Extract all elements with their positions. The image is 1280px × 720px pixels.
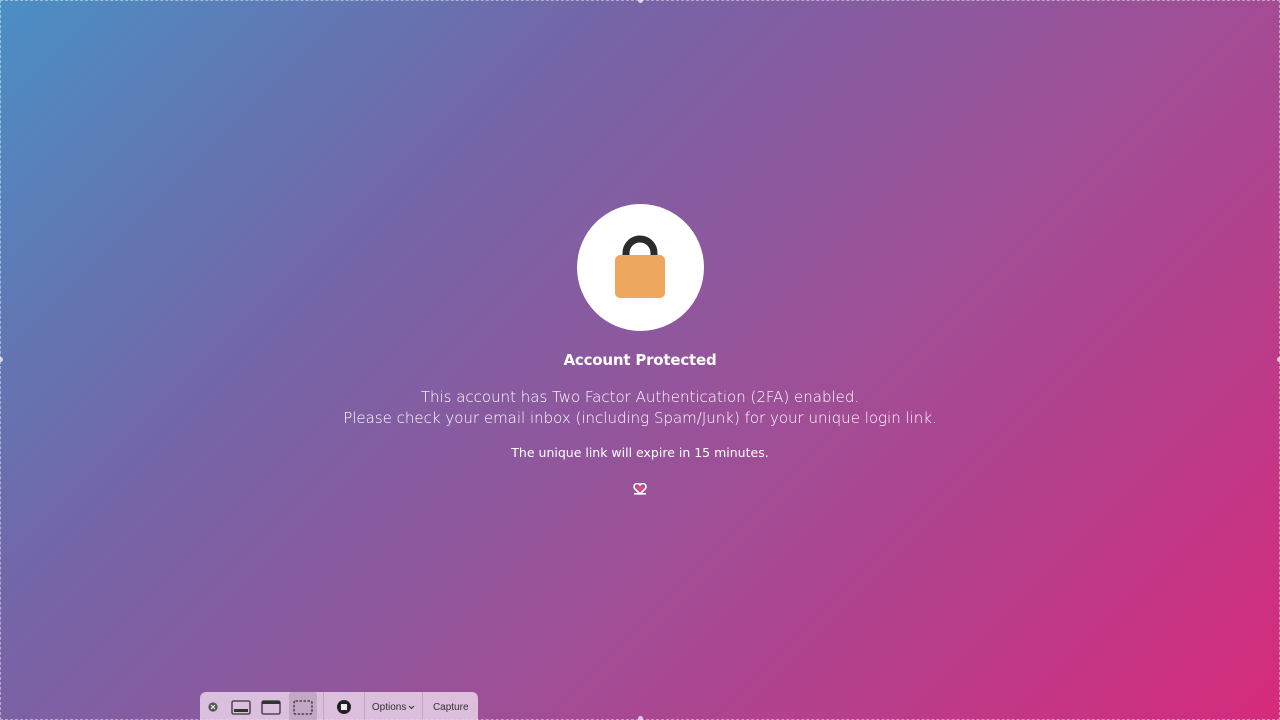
capture-entire-screen-button[interactable] (226, 692, 256, 720)
message-line-2: Please check your email inbox (including… (343, 409, 937, 427)
chevron-down-icon (409, 705, 415, 709)
lock-badge (576, 204, 704, 331)
options-label: Options (371, 701, 407, 713)
heart-logo-icon (633, 480, 647, 499)
selection-handle-top[interactable] (638, 0, 643, 3)
twofa-message: This account has Two Factor Authenticati… (343, 387, 937, 429)
capture-button[interactable]: Capture (423, 692, 478, 720)
link-expiry-note: The unique link will expire in 15 minute… (511, 445, 769, 460)
close-button[interactable] (200, 692, 226, 720)
page-title: Account Protected (563, 351, 717, 369)
capture-selection-button[interactable] (289, 692, 318, 720)
message-line-1: This account has Two Factor Authenticati… (420, 388, 860, 406)
padlock-icon (615, 235, 665, 298)
capture-selection-icon (293, 699, 313, 715)
capture-window-button[interactable] (256, 692, 288, 720)
account-protected-panel: Account Protected This account has Two F… (0, 204, 1280, 499)
capture-entire-screen-icon (231, 699, 251, 715)
selection-handle-bottom[interactable] (638, 716, 643, 720)
capture-window-icon (261, 699, 282, 715)
record-stop-icon (337, 700, 351, 714)
record-button[interactable] (324, 692, 364, 720)
close-icon (208, 702, 218, 712)
options-button[interactable]: Options (365, 692, 423, 720)
capture-label: Capture (432, 701, 469, 713)
screenshot-toolbar: Options Capture (200, 692, 478, 720)
